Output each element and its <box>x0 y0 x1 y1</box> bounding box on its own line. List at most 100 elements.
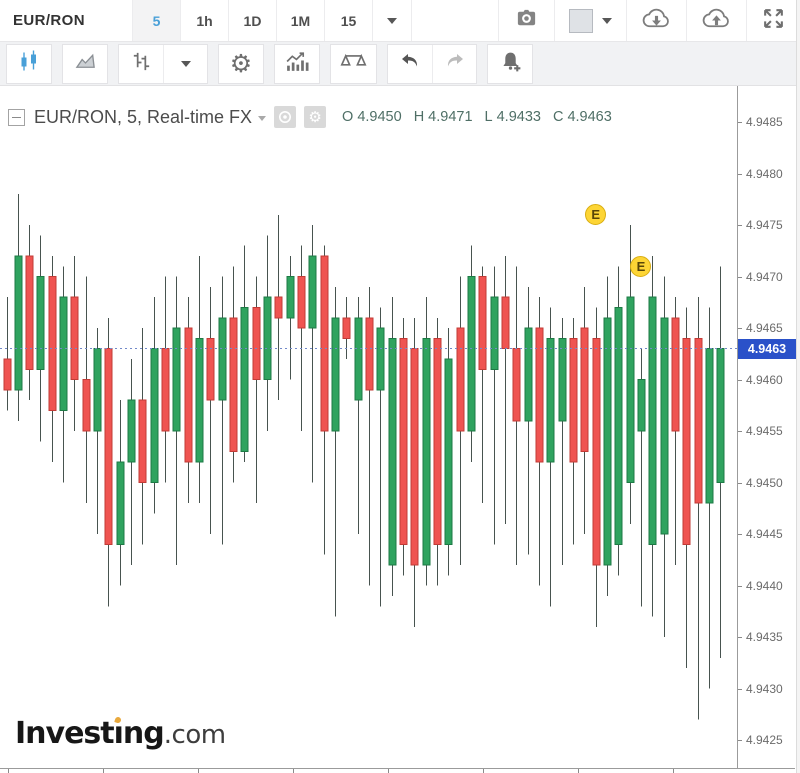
compare-button[interactable] <box>331 45 376 83</box>
chart-type-area-group <box>62 44 108 84</box>
chart-style-dropdown-button[interactable] <box>554 0 626 41</box>
fullscreen-arrows-icon <box>761 6 786 36</box>
logo-text: Investıng <box>15 716 164 751</box>
interval-button-1d[interactable]: 1D <box>228 0 276 41</box>
time-tick <box>103 769 104 773</box>
candle-down <box>230 266 237 482</box>
time-tick <box>8 769 9 773</box>
camera-icon <box>513 7 540 35</box>
price-tick <box>738 431 742 432</box>
undo-redo-group <box>387 44 477 84</box>
price-tick <box>738 637 742 638</box>
time-tick <box>388 769 389 773</box>
legend-collapse-button[interactable] <box>8 109 25 126</box>
candle-down <box>513 266 520 565</box>
investing-logo: Investıng.com <box>15 716 226 751</box>
time-axis[interactable] <box>0 768 795 773</box>
time-tick <box>198 769 199 773</box>
price-tick-label: 4.9425 <box>746 733 783 747</box>
interval-button-1m[interactable]: 1M <box>276 0 324 41</box>
candle-up <box>491 266 498 544</box>
candle-up <box>173 277 180 565</box>
bars-style-dropdown-button[interactable] <box>163 45 207 83</box>
legend-dropdown-caret-icon[interactable] <box>258 116 266 121</box>
chart-type-candles-group <box>6 44 52 84</box>
redo-button[interactable] <box>432 45 476 83</box>
cloud-download-icon <box>641 6 672 36</box>
candle-down <box>105 318 112 606</box>
candle-up <box>547 307 554 606</box>
legend-settings-button[interactable]: ⚙ <box>304 106 326 128</box>
high-label: H <box>414 109 424 125</box>
candle-up <box>717 266 724 657</box>
time-tick <box>578 769 579 773</box>
interval-button-5[interactable]: 5 <box>132 0 180 41</box>
price-tick <box>738 122 742 123</box>
price-tick <box>738 328 742 329</box>
price-tick <box>738 225 742 226</box>
load-layout-button[interactable] <box>626 0 686 41</box>
price-tick <box>738 380 742 381</box>
indicators-icon <box>284 49 311 79</box>
price-tick-label: 4.9475 <box>746 218 783 232</box>
fullscreen-button[interactable] <box>746 0 800 41</box>
circle-dot-icon <box>277 109 293 125</box>
candle-up <box>37 235 44 441</box>
candle-down <box>479 266 486 503</box>
candle-down <box>536 297 543 585</box>
candle-down <box>275 215 282 400</box>
candle-down <box>185 297 192 503</box>
candle-down <box>593 307 600 626</box>
candle-up <box>604 277 611 596</box>
symbol-button[interactable]: EUR/RON <box>0 0 132 41</box>
candle-down <box>298 246 305 431</box>
chart-legend: EUR/RON, 5, Real-time FX ⚙ O 4.9450 H 4.… <box>8 106 612 128</box>
chart-widget: EUR/RON 5 1h 1D 1M 15 <box>0 0 800 773</box>
candle-up <box>559 318 566 565</box>
minus-icon <box>12 117 21 118</box>
save-layout-button[interactable] <box>686 0 746 41</box>
price-tick <box>738 689 742 690</box>
snapshot-button[interactable] <box>498 0 554 41</box>
candle-up <box>196 256 203 503</box>
create-alert-button[interactable] <box>488 45 532 83</box>
candle-up <box>377 307 384 606</box>
candle-up <box>287 256 294 380</box>
interval-button-1h[interactable]: 1h <box>180 0 228 41</box>
legend-title[interactable]: EUR/RON, 5, Real-time FX <box>34 107 252 128</box>
indicators-group <box>274 44 320 84</box>
chevron-down-icon <box>602 18 612 24</box>
candle-up <box>468 246 475 462</box>
price-axis[interactable]: 4.94854.94804.94754.94704.94654.94604.94… <box>737 86 795 768</box>
undo-button[interactable] <box>388 45 432 83</box>
candle-up <box>706 307 713 688</box>
area-style-button[interactable] <box>63 45 107 83</box>
candle-down <box>366 287 373 586</box>
indicators-button[interactable] <box>275 45 319 83</box>
candle-down <box>400 318 407 576</box>
alert-group <box>487 44 533 84</box>
candle-up <box>60 266 67 482</box>
chart-type-bars-group <box>118 44 208 84</box>
candle-up <box>241 246 248 462</box>
candlestick-chart-icon <box>17 48 41 80</box>
legend-snapshot-button[interactable] <box>274 106 296 128</box>
chart-settings-button[interactable]: ⚙ <box>219 45 263 83</box>
candle-up <box>615 266 622 575</box>
candle-up <box>219 277 226 545</box>
chart-pane[interactable]: EUR/RON, 5, Real-time FX ⚙ O 4.9450 H 4.… <box>0 86 800 773</box>
bars-style-button[interactable] <box>119 45 163 83</box>
price-tick-label: 4.9470 <box>746 270 783 284</box>
toolbar-spacer <box>412 0 498 41</box>
candle-up <box>649 256 656 617</box>
candle-up <box>332 287 339 617</box>
low-value: 4.9433 <box>497 109 541 125</box>
time-tick <box>483 769 484 773</box>
interval-button-15[interactable]: 15 <box>324 0 372 41</box>
candlestick-style-button[interactable] <box>7 45 51 83</box>
interval-dropdown-button[interactable] <box>372 0 412 41</box>
price-tick-label: 4.9480 <box>746 167 783 181</box>
candle-down <box>411 318 418 627</box>
candle-up <box>661 277 668 638</box>
top-toolbar-right <box>498 0 800 41</box>
